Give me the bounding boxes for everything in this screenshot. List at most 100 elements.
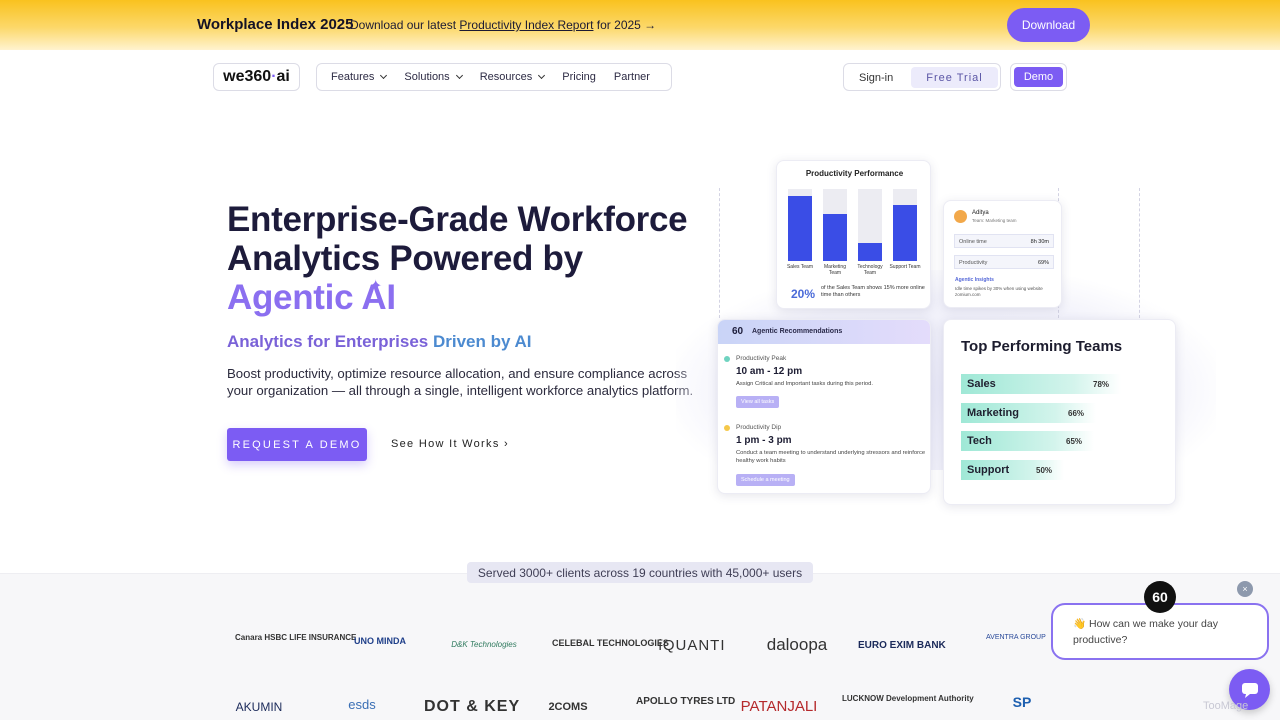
top-teams-title: Top Performing Teams	[961, 338, 1123, 355]
client-logo: CELEBAL TECHNOLOGIES	[552, 638, 669, 648]
peak-time: 10 am - 12 pm	[736, 366, 803, 377]
nav-partner[interactable]: Partner	[614, 71, 650, 83]
demo-group: Demo	[1010, 63, 1067, 91]
productivity-row: 69% Productivity	[954, 255, 1054, 269]
see-how-it-works-link[interactable]: See How It Works ›	[391, 438, 509, 450]
bar-label: Support Team	[889, 264, 921, 270]
chevron-down-icon	[380, 71, 388, 80]
top-teams-card: Top Performing Teams Sales 78% Marketing 66…	[943, 319, 1176, 505]
announcement-bar: Workplace Index 2025 Download our latest…	[0, 0, 1280, 50]
bar-label: Technology Team	[857, 264, 883, 276]
perf-note: of the Sales Team shows 15% more online …	[821, 285, 925, 298]
insights-text: Idle time spikes by 30% when using websi…	[955, 286, 1043, 297]
nav-resources[interactable]: Resources	[480, 71, 546, 83]
dashed-guide	[1139, 188, 1140, 318]
rec-header: 60 Agentic Recommendations	[718, 320, 930, 344]
bar-track	[788, 189, 812, 261]
user-card: Aditya Team: Marketing team 8h 30m Online…	[943, 200, 1062, 308]
sparkle-icon: ✦	[369, 278, 383, 295]
client-logo: daloopa	[766, 635, 828, 654]
client-logo: DOT & KEY	[424, 698, 521, 715]
chart-bar	[823, 214, 847, 261]
team-row: Support 50%	[961, 459, 1166, 480]
client-logo: SP	[1012, 694, 1032, 710]
peak-text: Assign Critical and Important tasks duri…	[736, 381, 873, 387]
dashed-guide	[719, 188, 720, 318]
hero-subtitle: Analytics for Enterprises Driven by AI	[227, 332, 532, 351]
team-row: Sales 78%	[961, 374, 1166, 394]
chart-bar	[858, 243, 882, 261]
chat-avatar: 60	[1144, 581, 1176, 613]
user-name: Aditya	[972, 210, 989, 216]
avatar	[954, 210, 967, 223]
bar-track	[823, 189, 847, 261]
report-link[interactable]: Productivity Index Report	[459, 18, 593, 32]
announcement-message: Download our latest Productivity Index R…	[350, 18, 657, 32]
served-badge: Served 3000+ clients across 19 countries…	[467, 562, 813, 583]
perf-title: Productivity Performance	[805, 169, 904, 178]
team-name: Tech	[967, 435, 992, 447]
team-row: Tech 65%	[961, 431, 1166, 451]
client-logo: UNO MINDA	[354, 636, 406, 646]
chart-bar	[788, 196, 812, 261]
dip-label: Productivity Dip	[736, 424, 782, 431]
rec-title: Agentic Recommendations	[752, 328, 843, 335]
team-name: Support	[967, 463, 1010, 476]
user-team: Team: Marketing team	[972, 218, 1017, 223]
client-logo: iQUANTI	[658, 637, 726, 654]
rec-logo-icon: 60	[732, 326, 744, 337]
nav-pricing[interactable]: Pricing	[562, 71, 596, 83]
client-logo: APOLLO TYRES LTD	[636, 696, 736, 707]
dip-text: Conduct a team meeting to understand und…	[736, 450, 926, 464]
chevron-down-icon	[538, 71, 546, 80]
free-trial-button[interactable]: Free Trial	[911, 67, 998, 88]
chevron-down-icon	[455, 71, 463, 80]
request-demo-button[interactable]: REQUEST A DEMO	[227, 428, 367, 461]
online-time-row: 8h 30m Online time	[954, 234, 1054, 248]
bar-track	[858, 189, 882, 261]
client-logo: PATANJALI	[740, 698, 818, 715]
auth-group: Sign-in Free Trial	[843, 63, 1001, 91]
team-value: 50%	[1036, 465, 1053, 475]
peak-label: Productivity Peak	[736, 355, 787, 362]
team-value: 78%	[1093, 380, 1110, 389]
signin-link[interactable]: Sign-in	[859, 72, 893, 84]
logo[interactable]: we360 · ai	[213, 63, 300, 91]
client-logo: esds	[348, 697, 376, 712]
status-dot	[724, 425, 730, 431]
announcement-title: Workplace Index 2025	[197, 16, 354, 33]
perf-percent: 20%	[791, 287, 816, 301]
team-value: 65%	[1066, 437, 1083, 446]
client-logo: 2COMS	[548, 701, 588, 713]
nav-features[interactable]: Features	[331, 71, 388, 83]
client-logo: AKUMIN	[235, 700, 283, 714]
productivity-performance-card: Productivity Performance Sales Team Marke…	[776, 160, 931, 309]
watermark: TooMage	[1203, 700, 1249, 712]
chat-icon	[1241, 682, 1258, 698]
main-nav: Features Solutions Resources Pricing Par…	[316, 63, 672, 91]
client-logo: LUCKNOW Development Authority	[842, 694, 974, 703]
chart-bar	[893, 205, 917, 261]
team-value: 66%	[1068, 408, 1085, 418]
insights-title: Agentic Insights	[955, 277, 994, 283]
view-all-tasks-button[interactable]: View all tasks	[736, 396, 780, 408]
agentic-recommendations-card: 60 Agentic Recommendations Productivity …	[717, 319, 931, 494]
hero-title: Enterprise-Grade Workforce Analytics Pow…	[227, 200, 688, 317]
schedule-meeting-button[interactable]: Schedule a meeting	[736, 474, 795, 486]
client-logo: D&K Technologies	[451, 640, 517, 649]
bar-label: Marketing Team	[824, 264, 846, 276]
download-button[interactable]: Download	[1007, 8, 1090, 42]
client-logo: AVENTRA GROUP	[986, 634, 1046, 641]
client-logo: Canara HSBC LIFE INSURANCE	[235, 633, 357, 642]
team-name: Sales	[967, 378, 996, 390]
team-row: Marketing 66%	[961, 402, 1166, 423]
bar-track	[893, 189, 917, 261]
nav-solutions[interactable]: Solutions	[404, 71, 463, 83]
dip-time: 1 pm - 3 pm	[736, 435, 792, 446]
hero-description: Boost productivity, optimize resource al…	[227, 366, 694, 398]
close-icon[interactable]: ×	[1237, 581, 1253, 597]
status-dot	[724, 356, 730, 362]
bar-label: Sales Team	[786, 264, 814, 270]
team-name: Marketing	[967, 406, 1019, 419]
demo-button[interactable]: Demo	[1014, 67, 1063, 87]
